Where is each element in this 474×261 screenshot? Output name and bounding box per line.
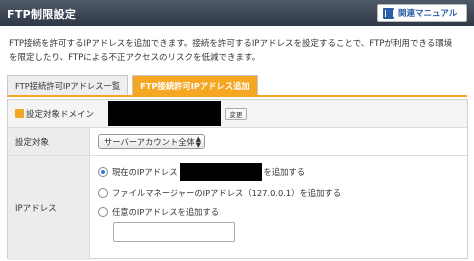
option-custom-ip-label: 任意のIPアドレスを追加する (112, 207, 220, 217)
related-manual-button[interactable]: 関連マニュアル (377, 4, 467, 22)
redacted-ip (179, 163, 262, 181)
setting-target-select[interactable]: サーバーアカウント全体 ▲ ▼ (98, 134, 205, 149)
option-current-ip-prefix: 現在のIPアドレス (112, 167, 178, 177)
setting-target-label: 設定対象 (8, 128, 90, 155)
related-manual-label: 関連マニュアル (398, 9, 458, 19)
tab-underline (7, 95, 467, 97)
option-current-ip-suffix: を追加する (263, 167, 306, 177)
tab-ip-list[interactable]: FTP接続許可IPアドレス一覧 (7, 75, 129, 95)
description-line-1: FTP接続を許可するIPアドレスを追加できます。接続を許可するIPアドレスを設定… (9, 39, 453, 49)
radio-filemanager-ip[interactable] (98, 188, 108, 198)
ip-address-label: IPアドレス (8, 156, 90, 260)
target-domain-row: 設定対象ドメイン 変更 (8, 100, 467, 128)
option-filemanager-ip[interactable]: ファイルマネージャーのIPアドレス（127.0.0.1）を追加する (98, 187, 341, 199)
page-description: FTP接続を許可するIPアドレスを追加できます。接続を許可するIPアドレスを設定… (9, 37, 469, 65)
custom-ip-input[interactable] (113, 222, 235, 242)
radio-custom-ip[interactable] (98, 207, 108, 217)
ip-address-row: IPアドレス 現在のIPアドレス を追加する ファイルマネージャーのIPアドレス… (8, 156, 467, 260)
form-panel: 設定対象ドメイン 変更 設定対象 サーバーアカウント全体 ▲ ▼ IPアドレス 現… (7, 99, 468, 260)
redacted-domain (108, 101, 221, 126)
setting-target-row: 設定対象 サーバーアカウント全体 ▲ ▼ (8, 128, 467, 156)
page-header: FTP制限設定 関連マニュアル (0, 0, 474, 26)
option-filemanager-ip-label: ファイルマネージャーのIPアドレス（127.0.0.1）を追加する (112, 188, 341, 198)
description-line-2: を限定したり、FTPによる不正アクセスのリスクを低減できます。 (9, 53, 261, 63)
tab-ip-add[interactable]: FTP接続許可IPアドレス追加 (132, 75, 258, 95)
option-custom-ip[interactable]: 任意のIPアドレスを追加する (98, 206, 219, 218)
updown-arrow-icon: ▲ ▼ (195, 135, 201, 149)
target-domain-label: 設定対象ドメイン (26, 110, 95, 120)
domain-marker-icon (15, 109, 24, 118)
tab-bar: FTP接続許可IPアドレス一覧 FTP接続許可IPアドレス追加 (7, 75, 262, 95)
book-icon (383, 7, 394, 19)
page-title: FTP制限設定 (7, 8, 77, 21)
option-current-ip[interactable]: 現在のIPアドレス を追加する (98, 163, 305, 181)
setting-target-select-value: サーバーアカウント全体 (104, 136, 195, 147)
change-domain-button[interactable]: 変更 (225, 108, 247, 120)
radio-current-ip[interactable] (98, 167, 108, 177)
